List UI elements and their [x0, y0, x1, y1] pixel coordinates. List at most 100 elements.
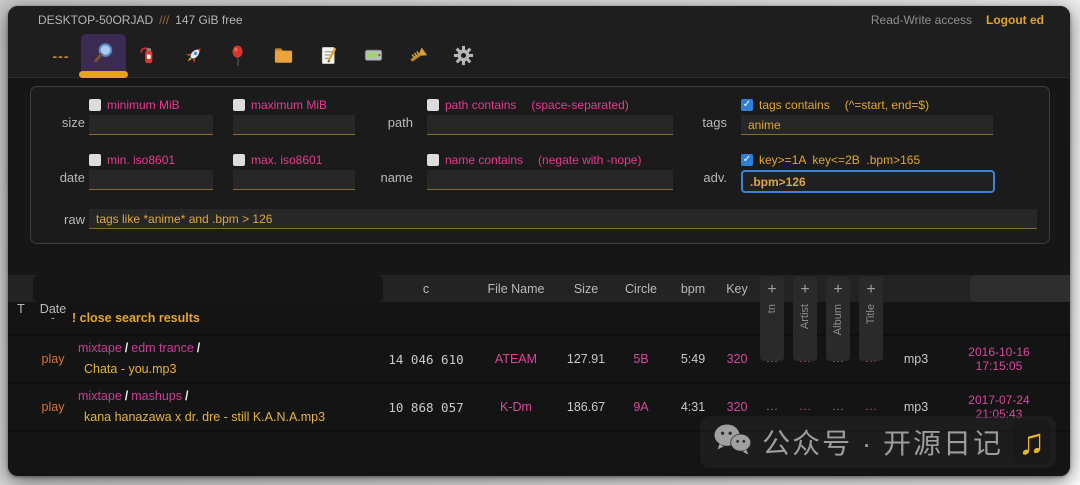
min-size-checkbox[interactable] [89, 99, 101, 111]
tab-balloon[interactable] [216, 34, 261, 78]
tab-folder[interactable] [261, 34, 306, 78]
play-link[interactable]: play [34, 352, 72, 366]
file-name: Chata - you.mp3 [78, 359, 378, 380]
max-size-checkbox[interactable] [233, 99, 245, 111]
free-space: 147 GiB free [175, 13, 242, 27]
rocket-icon [182, 44, 205, 67]
col-header-key[interactable]: Key [718, 282, 756, 296]
tags-input[interactable] [741, 115, 993, 135]
name-input[interactable] [427, 170, 673, 190]
dur-cell: 4:31 [668, 400, 718, 414]
name-row-label: name [357, 170, 413, 185]
balloon-icon [227, 44, 250, 67]
watermark: 公众号 · 开源日记 ♫ [700, 416, 1056, 468]
app-window: DESKTOP-50ORJAD /// 147 GiB free Read-Wr… [8, 6, 1070, 476]
tags-checkbox[interactable]: ✓ [741, 99, 753, 111]
max-date-input[interactable] [233, 170, 355, 190]
adv-checkbox[interactable]: ✓ [741, 154, 753, 166]
bpm-cell: 186.67 [558, 400, 614, 414]
tab-rocket[interactable] [171, 34, 216, 78]
key-cell: 9A [614, 400, 668, 414]
pager-icon [362, 44, 385, 67]
plus-icon: + [866, 277, 875, 302]
close-search-results-link[interactable]: ! close search results [72, 311, 1054, 325]
adv-filter-label[interactable]: key>=1A key<=2B .bpm>165 [759, 153, 920, 167]
max-size-label[interactable]: maximum MiB [251, 98, 327, 112]
file-cell[interactable]: mixtape/mashups/ kana hanazawa x dr. dre… [72, 386, 378, 427]
play-link[interactable]: play [34, 400, 72, 414]
min-size-input[interactable] [89, 115, 213, 135]
add-column-album[interactable]: + Album [826, 277, 850, 361]
dashes-menu-button[interactable]: --- [41, 34, 81, 78]
key-cell: 5B [614, 352, 668, 366]
max-size-group: maximum MiB [233, 97, 355, 135]
tags-group: ✓ tags contains (^=start, end=$) [741, 97, 993, 135]
circle-cell: ATEAM [474, 352, 558, 366]
name-contains-label[interactable]: name contains [445, 153, 523, 167]
close-results-row: - ! close search results [8, 302, 1070, 336]
path-input[interactable] [427, 115, 673, 135]
title-bar: DESKTOP-50ORJAD /// 147 GiB free Read-Wr… [8, 6, 1070, 34]
max-date-checkbox[interactable] [233, 154, 245, 166]
logout-link[interactable]: Logout ed [986, 13, 1044, 27]
path-group: path contains (space-separated) [427, 97, 673, 135]
col-header-circle[interactable]: Circle [614, 282, 668, 296]
vertical-label-tn: tn [766, 304, 778, 313]
col-header-size[interactable]: Size [558, 282, 614, 296]
max-date-label[interactable]: max. iso8601 [251, 153, 322, 167]
vertical-label-album: Album [832, 304, 844, 335]
tn-cell: ... [756, 401, 789, 413]
add-column-tn[interactable]: + tn [760, 277, 784, 361]
plus-icon: + [800, 277, 809, 302]
tab-pager[interactable] [351, 34, 396, 78]
tab-memo[interactable] [306, 34, 351, 78]
raw-group [89, 209, 1037, 229]
path-contains-label[interactable]: path contains [445, 98, 516, 112]
add-column-title[interactable]: + Title [859, 277, 883, 361]
gear-icon [452, 44, 475, 67]
date-cell: 2016-10-16 17:15:05 [944, 345, 1054, 373]
col-header-bpm[interactable]: bpm [668, 282, 718, 296]
col-header-t[interactable]: T [8, 302, 34, 316]
name-group: name contains (negate with -nope) [427, 152, 673, 190]
name-hint-label: (negate with -nope) [538, 153, 641, 167]
file-path: mixtape/edm trance/ [78, 338, 378, 359]
tags-contains-label[interactable]: tags contains [759, 98, 830, 112]
type-cell: mp3 [888, 352, 944, 366]
name-checkbox[interactable] [427, 154, 439, 166]
music-note-icon: ♫ [1013, 420, 1050, 464]
col-header-c[interactable]: c [378, 282, 474, 296]
tab-search[interactable] [81, 34, 126, 71]
min-date-group: min. iso8601 [89, 152, 213, 190]
min-date-input[interactable] [89, 170, 213, 190]
raw-query-input[interactable] [89, 209, 1037, 229]
col-header-date[interactable]: Date [34, 302, 72, 316]
access-mode-label: Read-Write access [871, 13, 972, 27]
path-checkbox[interactable] [427, 99, 439, 111]
min-size-group: minimum MiB [89, 97, 213, 135]
max-date-group: max. iso8601 [233, 152, 355, 190]
trumpet-icon [407, 44, 430, 67]
add-column-artist[interactable]: + Artist [793, 277, 817, 361]
col-header-file-name[interactable]: File Name [474, 282, 558, 296]
file-cell[interactable]: mixtape/edm trance/ Chata - you.mp3 [72, 338, 378, 379]
search-icon [92, 41, 115, 64]
min-size-label[interactable]: minimum MiB [107, 98, 180, 112]
adv-row-label: adv. [677, 170, 727, 185]
tab-extinguisher[interactable] [126, 34, 171, 78]
bpm-cell: 127.91 [558, 352, 614, 366]
tags-row-label: tags [677, 115, 727, 130]
date-header-tab [970, 275, 1070, 302]
min-date-checkbox[interactable] [89, 154, 101, 166]
search-form-panel: size minimum MiB maximum MiB path path c… [30, 86, 1050, 244]
tab-settings[interactable] [441, 34, 486, 78]
raw-row-label: raw [45, 212, 85, 227]
min-date-label[interactable]: min. iso8601 [107, 153, 175, 167]
tab-trumpet[interactable] [396, 34, 441, 78]
max-size-input[interactable] [233, 115, 355, 135]
file-name: kana hanazawa x dr. dre - still K.A.N.A.… [78, 407, 378, 428]
tags-hint-label: (^=start, end=$) [845, 98, 929, 112]
vertical-label-artist: Artist [799, 304, 811, 329]
size-row-label: size [45, 115, 85, 130]
adv-input[interactable] [741, 170, 995, 193]
